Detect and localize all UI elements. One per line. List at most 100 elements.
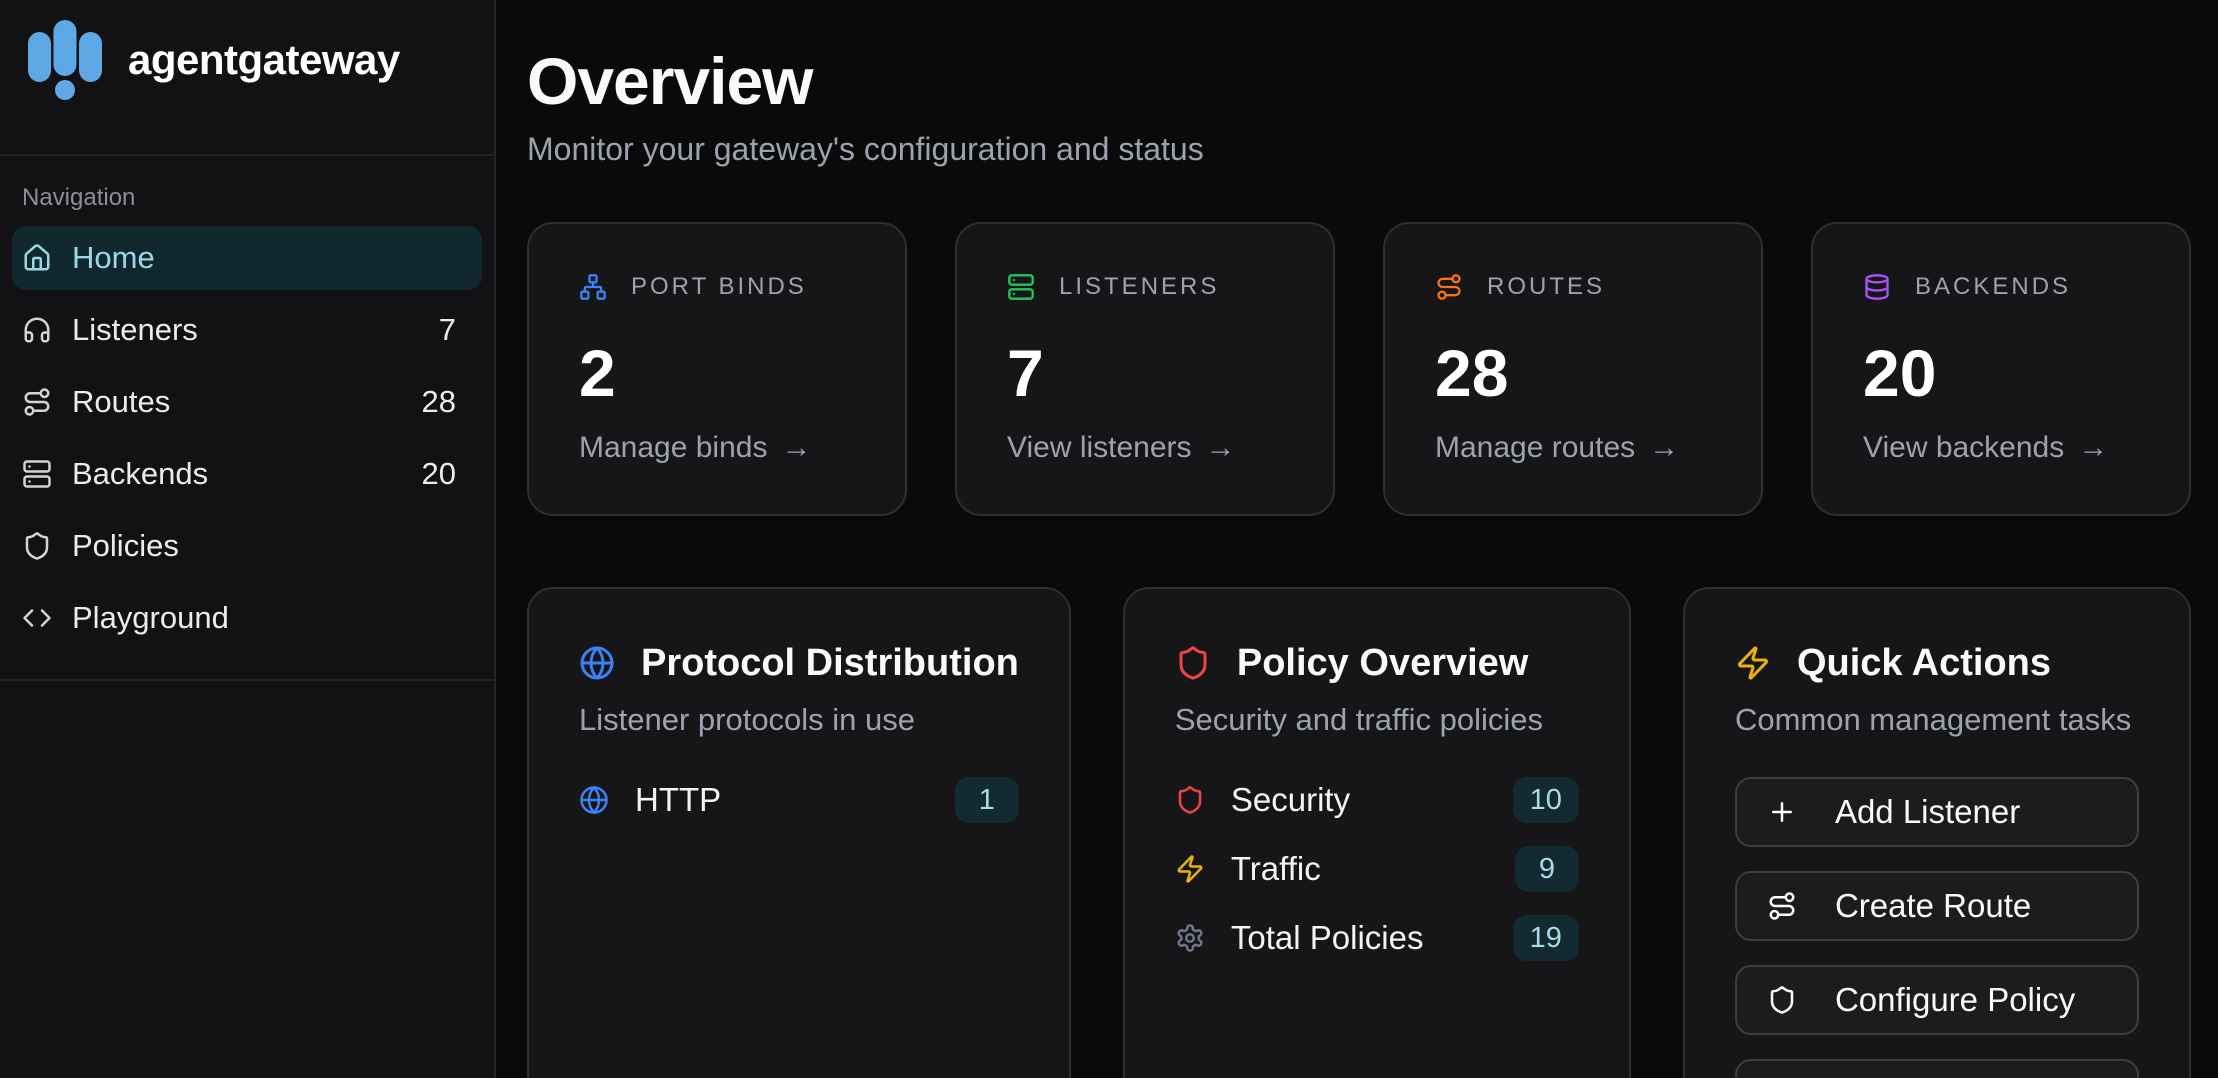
sidebar-item-label: Listeners (72, 312, 198, 348)
stat-value: 20 (1863, 340, 2139, 406)
row-label: Security (1231, 781, 1350, 819)
count-badge: 9 (1515, 846, 1579, 892)
panel-header: Policy Overview (1175, 639, 1579, 687)
sidebar: agentgateway Navigation Home Listeners 7… (0, 0, 496, 1078)
policy-row-traffic: Traffic 9 (1175, 846, 1579, 892)
stat-link-label: Manage binds (579, 430, 767, 466)
sidebar-item-routes[interactable]: Routes 28 (12, 370, 482, 434)
button-label: Create Route (1835, 887, 2031, 925)
sidebar-item-home[interactable]: Home (12, 226, 482, 290)
shield-icon (1175, 785, 1205, 815)
sidebar-item-backends[interactable]: Backends 20 (12, 442, 482, 506)
sidebar-item-playground[interactable]: Playground (12, 586, 482, 650)
policy-row-security: Security 10 (1175, 777, 1579, 823)
sidebar-nav: Navigation Home Listeners 7 Routes 28 Ba… (0, 156, 494, 681)
globe-icon (579, 645, 615, 681)
policy-overview-card: Policy Overview Security and traffic pol… (1123, 587, 1631, 1078)
view-listeners-link[interactable]: View listeners → (1007, 430, 1236, 466)
protocol-row-http: HTTP 1 (579, 777, 1019, 823)
zap-icon (1175, 854, 1205, 884)
add-listener-button[interactable]: Add Listener (1735, 777, 2139, 847)
arrow-right-icon: → (1649, 430, 1679, 466)
quick-action-list: Add Listener Create Route Configure Poli… (1735, 777, 2139, 1078)
app-logo[interactable]: agentgateway (28, 12, 400, 108)
stat-link-label: View backends (1863, 430, 2064, 466)
main-content: Overview Monitor your gateway's configur… (496, 0, 2218, 1078)
row-label: Total Policies (1231, 919, 1424, 957)
stat-card-routes: ROUTES 28 Manage routes → (1383, 222, 1763, 516)
row-label: Traffic (1231, 850, 1321, 888)
app-title: agentgateway (128, 36, 400, 84)
stat-value: 2 (579, 340, 855, 406)
network-icon (579, 273, 607, 301)
sidebar-item-label: Policies (72, 528, 179, 564)
panel-subtitle: Security and traffic policies (1175, 701, 1579, 739)
manage-routes-link[interactable]: Manage routes → (1435, 430, 1679, 466)
code-icon (22, 603, 52, 633)
gear-icon (1175, 923, 1205, 953)
panel-title: Quick Actions (1797, 642, 2051, 685)
panel-header: Quick Actions (1735, 639, 2139, 687)
stat-card-grid: PORT BINDS 2 Manage binds → LISTENERS 7 … (527, 222, 2191, 516)
zap-icon (1735, 645, 1771, 681)
stat-card-port-binds: PORT BINDS 2 Manage binds → (527, 222, 907, 516)
stat-value: 28 (1435, 340, 1711, 406)
sidebar-count-routes: 28 (422, 384, 456, 420)
arrow-right-icon: → (781, 430, 811, 466)
route-icon (22, 387, 52, 417)
stat-label: ROUTES (1487, 273, 1605, 301)
stat-card-header: BACKENDS (1863, 270, 2139, 304)
panel-title: Protocol Distribution (641, 642, 1019, 685)
policy-row-total: Total Policies 19 (1175, 915, 1579, 961)
database-icon (1863, 273, 1891, 301)
stat-label: LISTENERS (1059, 273, 1219, 301)
count-badge: 19 (1513, 915, 1579, 961)
server-icon (22, 459, 52, 489)
button-label: Configure Policy (1835, 981, 2075, 1019)
home-icon (22, 243, 52, 273)
globe-icon (579, 785, 609, 815)
panel-subtitle: Listener protocols in use (579, 701, 1019, 739)
sidebar-item-label: Playground (72, 600, 229, 636)
quick-actions-card: Quick Actions Common management tasks Ad… (1683, 587, 2191, 1078)
protocol-rows: HTTP 1 (579, 777, 1019, 823)
sidebar-item-policies[interactable]: Policies (12, 514, 482, 578)
stat-label: PORT BINDS (631, 273, 807, 301)
view-backends-link[interactable]: View backends → (1863, 430, 2108, 466)
plus-icon (1767, 797, 1797, 827)
route-icon (1767, 891, 1797, 921)
sidebar-item-listeners[interactable]: Listeners 7 (12, 298, 482, 362)
configure-policy-button[interactable]: Configure Policy (1735, 965, 2139, 1035)
logo-row: agentgateway (0, 0, 494, 156)
stat-card-listeners: LISTENERS 7 View listeners → (955, 222, 1335, 516)
stat-card-header: ROUTES (1435, 270, 1711, 304)
protocol-distribution-card: Protocol Distribution Listener protocols… (527, 587, 1071, 1078)
sidebar-count-backends: 20 (422, 456, 456, 492)
policy-rows: Security 10 Traffic 9 Total Policies 19 (1175, 777, 1579, 961)
stat-card-header: PORT BINDS (579, 270, 855, 304)
nav-section-label: Navigation (12, 184, 482, 212)
shield-icon (22, 531, 52, 561)
headphones-icon (22, 315, 52, 345)
shield-icon (1175, 645, 1211, 681)
sidebar-item-label: Home (72, 240, 155, 276)
sidebar-divider (0, 679, 494, 681)
count-badge: 1 (955, 777, 1019, 823)
page-title: Overview (527, 42, 2191, 121)
manage-binds-link[interactable]: Manage binds → (579, 430, 811, 466)
quick-action-button-partial[interactable] (1735, 1059, 2139, 1078)
page-subtitle: Monitor your gateway's configuration and… (527, 129, 2191, 169)
create-route-button[interactable]: Create Route (1735, 871, 2139, 941)
server-icon (1007, 273, 1035, 301)
arrow-right-icon: → (2078, 430, 2108, 466)
row-label: HTTP (635, 781, 721, 819)
stat-link-label: Manage routes (1435, 430, 1635, 466)
panel-grid: Protocol Distribution Listener protocols… (527, 587, 2191, 1078)
stat-card-backends: BACKENDS 20 View backends → (1811, 222, 2191, 516)
route-icon (1435, 273, 1463, 301)
sidebar-item-label: Backends (72, 456, 208, 492)
panel-subtitle: Common management tasks (1735, 701, 2139, 739)
stat-value: 7 (1007, 340, 1283, 406)
count-badge: 10 (1513, 777, 1579, 823)
shield-icon (1767, 985, 1797, 1015)
